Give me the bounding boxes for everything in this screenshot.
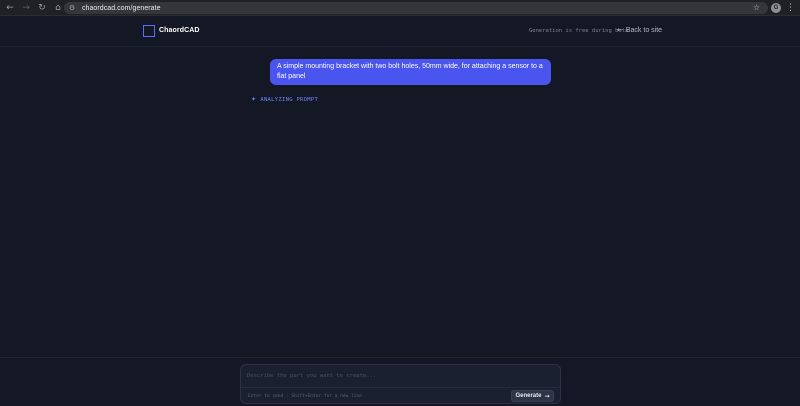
user-message-text: A simple mounting bracket with two bolt … (277, 63, 543, 80)
prompt-input[interactable] (247, 371, 547, 381)
address-bar[interactable]: ⚙ chaordcad.com/generate ☆ (64, 2, 768, 14)
composer: Enter to send · Shift+Enter for a new li… (240, 364, 561, 404)
sparkle-icon: ✦ (251, 96, 257, 103)
generate-button-label: Generate (515, 393, 542, 399)
keyboard-hint: Enter to send · Shift+Enter for a new li… (248, 394, 362, 399)
back-link-label: Back to site (625, 26, 663, 34)
star-icon[interactable]: ☆ (753, 3, 760, 12)
arrow-left-icon[interactable]: ← (2, 0, 18, 16)
composer-separator (241, 387, 560, 388)
kebab-menu-icon[interactable]: ⋮ (786, 2, 795, 14)
status-indicator: ✦ ANALYZING PROMPT (251, 96, 318, 103)
back-to-site-link[interactable]: ← Back to site (617, 26, 662, 34)
app-header: ChaordCAD Generation is free during beta… (0, 17, 800, 47)
arrow-right-icon: → (544, 392, 550, 400)
logo-text[interactable]: ChaordCAD (159, 27, 200, 34)
profile-avatar[interactable]: G (771, 3, 781, 13)
beta-note: Generation is free during beta (529, 28, 629, 34)
browser-toolbar: ← → ↻ ⌂ ⚙ chaordcad.com/generate ☆ G ⋮ (0, 0, 800, 16)
generate-button[interactable]: Generate → (511, 390, 554, 402)
arrow-right-icon[interactable]: → (18, 0, 34, 16)
status-text: ANALYZING PROMPT (260, 96, 319, 103)
arrow-left-icon: ← (617, 26, 623, 34)
address-url[interactable]: chaordcad.com/generate (82, 5, 161, 12)
logo-icon[interactable] (143, 25, 155, 37)
composer-divider (0, 357, 800, 358)
reload-icon[interactable]: ↻ (34, 0, 50, 16)
user-message-bubble: A simple mounting bracket with two bolt … (270, 59, 551, 85)
site-info-icon[interactable]: ⚙ (68, 4, 76, 12)
